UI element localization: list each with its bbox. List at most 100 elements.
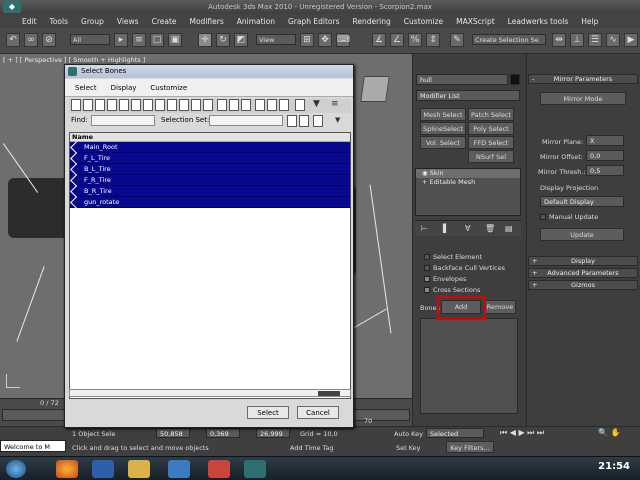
curve-editor-icon[interactable]: ∿: [606, 33, 620, 47]
menu-customize[interactable]: Customize: [404, 17, 443, 26]
layer-manager-icon[interactable]: ☰: [588, 33, 602, 47]
list-item[interactable]: B_L_Tire: [70, 163, 350, 176]
playback-controls[interactable]: ⏮ ◀ ▶ ⏭ ⏭: [500, 428, 590, 438]
backface-cull-checkbox[interactable]: Backface Cull Vertices: [424, 264, 505, 272]
dialog-menu-display[interactable]: Display: [111, 84, 137, 92]
filter-options-icon[interactable]: ≡: [331, 99, 339, 109]
mirror-thresh-spinner[interactable]: 0,5: [586, 165, 624, 176]
window-crossing-icon[interactable]: ▣: [168, 33, 182, 47]
selection-filter-dropdown[interactable]: All: [70, 34, 110, 45]
sync-selection-icon[interactable]: [295, 99, 305, 111]
collapse-arrow-icon[interactable]: ▼: [335, 116, 340, 124]
app-logo-icon[interactable]: ◆: [3, 1, 21, 13]
select-object-icon[interactable]: ▸: [114, 33, 128, 47]
list-item[interactable]: Main_Root: [70, 141, 350, 154]
viewport-label[interactable]: [ + ] [ Perspective ] [ Smooth + Highlig…: [3, 56, 145, 64]
invert-display-icon[interactable]: [241, 99, 251, 111]
select-element-checkbox[interactable]: Select Element: [424, 253, 482, 261]
add-time-tag[interactable]: Add Time Tag: [290, 444, 334, 452]
display-bones-icon[interactable]: [167, 99, 177, 111]
list-item[interactable]: gun_rotate: [70, 196, 350, 209]
reference-coordinate-dropdown[interactable]: View: [256, 34, 296, 45]
mirror-mode-button[interactable]: Mirror Mode: [540, 92, 626, 105]
patch-select-button[interactable]: Patch Select: [468, 108, 514, 121]
unlink-icon[interactable]: ⊘: [42, 33, 56, 47]
align-icon[interactable]: ⊥: [570, 33, 584, 47]
display-helpers-icon[interactable]: [119, 99, 129, 111]
display-containers-icon[interactable]: [179, 99, 189, 111]
angle-snap-icon[interactable]: ∠: [390, 33, 404, 47]
menu-tools[interactable]: Tools: [50, 17, 68, 26]
select-none-icon[interactable]: [267, 99, 277, 111]
scale-icon[interactable]: ◩: [234, 33, 248, 47]
select-all-icon[interactable]: [255, 99, 265, 111]
display-cameras-icon[interactable]: [107, 99, 117, 111]
display-xrefs-icon[interactable]: [155, 99, 165, 111]
menu-views[interactable]: Views: [117, 17, 139, 26]
y-coordinate-field[interactable]: 0,369: [206, 428, 240, 438]
vol-select-button[interactable]: Vol. Select: [420, 136, 466, 149]
key-filters-button[interactable]: Key Filters...: [446, 441, 494, 453]
object-name-field[interactable]: hull: [416, 74, 508, 85]
make-unique-icon[interactable]: ∀: [465, 224, 470, 233]
start-button-icon[interactable]: [6, 460, 26, 478]
name-column-header[interactable]: Name: [70, 133, 350, 142]
menu-modifiers[interactable]: Modifiers: [190, 17, 224, 26]
mirror-plane-dropdown[interactable]: X: [586, 135, 624, 146]
selected-dropdown[interactable]: Selected: [426, 428, 484, 438]
menu-animation[interactable]: Animation: [237, 17, 275, 26]
viewcube[interactable]: [360, 76, 390, 102]
set-icon[interactable]: [287, 115, 297, 127]
menu-help[interactable]: Help: [581, 17, 598, 26]
display-none-icon[interactable]: [229, 99, 239, 111]
spinner-snap-icon[interactable]: ⇕: [426, 33, 440, 47]
menu-maxscript[interactable]: MAXScript: [456, 17, 495, 26]
bones-list-box[interactable]: Name Main_Root F_L_Tire B_L_Tire F_R_Tir…: [69, 132, 351, 399]
pin-stack-icon[interactable]: ⊢: [421, 224, 428, 233]
rectangle-selection-icon[interactable]: □: [150, 33, 164, 47]
undo-icon[interactable]: ↶: [6, 33, 20, 47]
ffd-select-button[interactable]: FFD Select: [468, 136, 514, 149]
set-options-icon[interactable]: [299, 115, 309, 127]
object-color-swatch[interactable]: [510, 74, 520, 85]
named-selection-set-dropdown[interactable]: Create Selection Se: [472, 34, 546, 45]
edit-named-selection-icon[interactable]: ✎: [450, 33, 464, 47]
dialog-title-bar[interactable]: Select Bones: [65, 65, 353, 78]
display-hidden-icon[interactable]: [203, 99, 213, 111]
firefox-icon[interactable]: [56, 460, 78, 478]
ie-icon[interactable]: [92, 460, 114, 478]
move-icon[interactable]: ✛: [198, 33, 212, 47]
display-projection-dropdown[interactable]: Default Display: [540, 196, 624, 207]
display-geometry-icon[interactable]: [71, 99, 81, 111]
modifier-list-dropdown[interactable]: Modifier List: [416, 90, 520, 101]
manual-update-checkbox[interactable]: Manual Update: [540, 213, 598, 221]
scrollbar-thumb[interactable]: [318, 391, 340, 396]
dialog-menu-select[interactable]: Select: [75, 84, 97, 92]
3dsmax-taskbar-icon[interactable]: [244, 460, 266, 478]
configure-sets-icon[interactable]: ▤: [505, 224, 513, 233]
cancel-button[interactable]: Cancel: [297, 406, 339, 419]
app-icon[interactable]: [168, 460, 190, 478]
properties-icon[interactable]: [313, 115, 323, 127]
manipulate-icon[interactable]: ✥: [318, 33, 332, 47]
envelopes-checkbox[interactable]: Envelopes: [424, 275, 466, 283]
mirror-parameters-header[interactable]: - Mirror Parameters: [528, 74, 638, 84]
media-player-icon[interactable]: [208, 460, 230, 478]
link-icon[interactable]: ∞: [24, 33, 38, 47]
list-item[interactable]: B_R_Tire: [70, 185, 350, 198]
display-rollout-header[interactable]: + Display: [528, 256, 638, 266]
menu-graph-editors[interactable]: Graph Editors: [288, 17, 340, 26]
display-groups-icon[interactable]: [143, 99, 153, 111]
select-button[interactable]: Select: [247, 406, 289, 419]
bones-list[interactable]: [420, 318, 518, 414]
display-all-icon[interactable]: [217, 99, 227, 111]
remove-modifier-icon[interactable]: 🗑: [485, 224, 495, 233]
stack-item-skin[interactable]: ◉ Skin: [416, 169, 520, 178]
render-icon[interactable]: ▶: [624, 33, 638, 47]
stack-item-editable-mesh[interactable]: + Editable Mesh: [416, 178, 520, 187]
menu-group[interactable]: Group: [81, 17, 104, 26]
show-end-result-icon[interactable]: ▌: [443, 224, 449, 233]
nsurf-sel-button[interactable]: NSurf Sel: [468, 150, 514, 163]
advanced-parameters-header[interactable]: + Advanced Parameters: [528, 268, 638, 278]
snaps-icon[interactable]: ∡: [372, 33, 386, 47]
